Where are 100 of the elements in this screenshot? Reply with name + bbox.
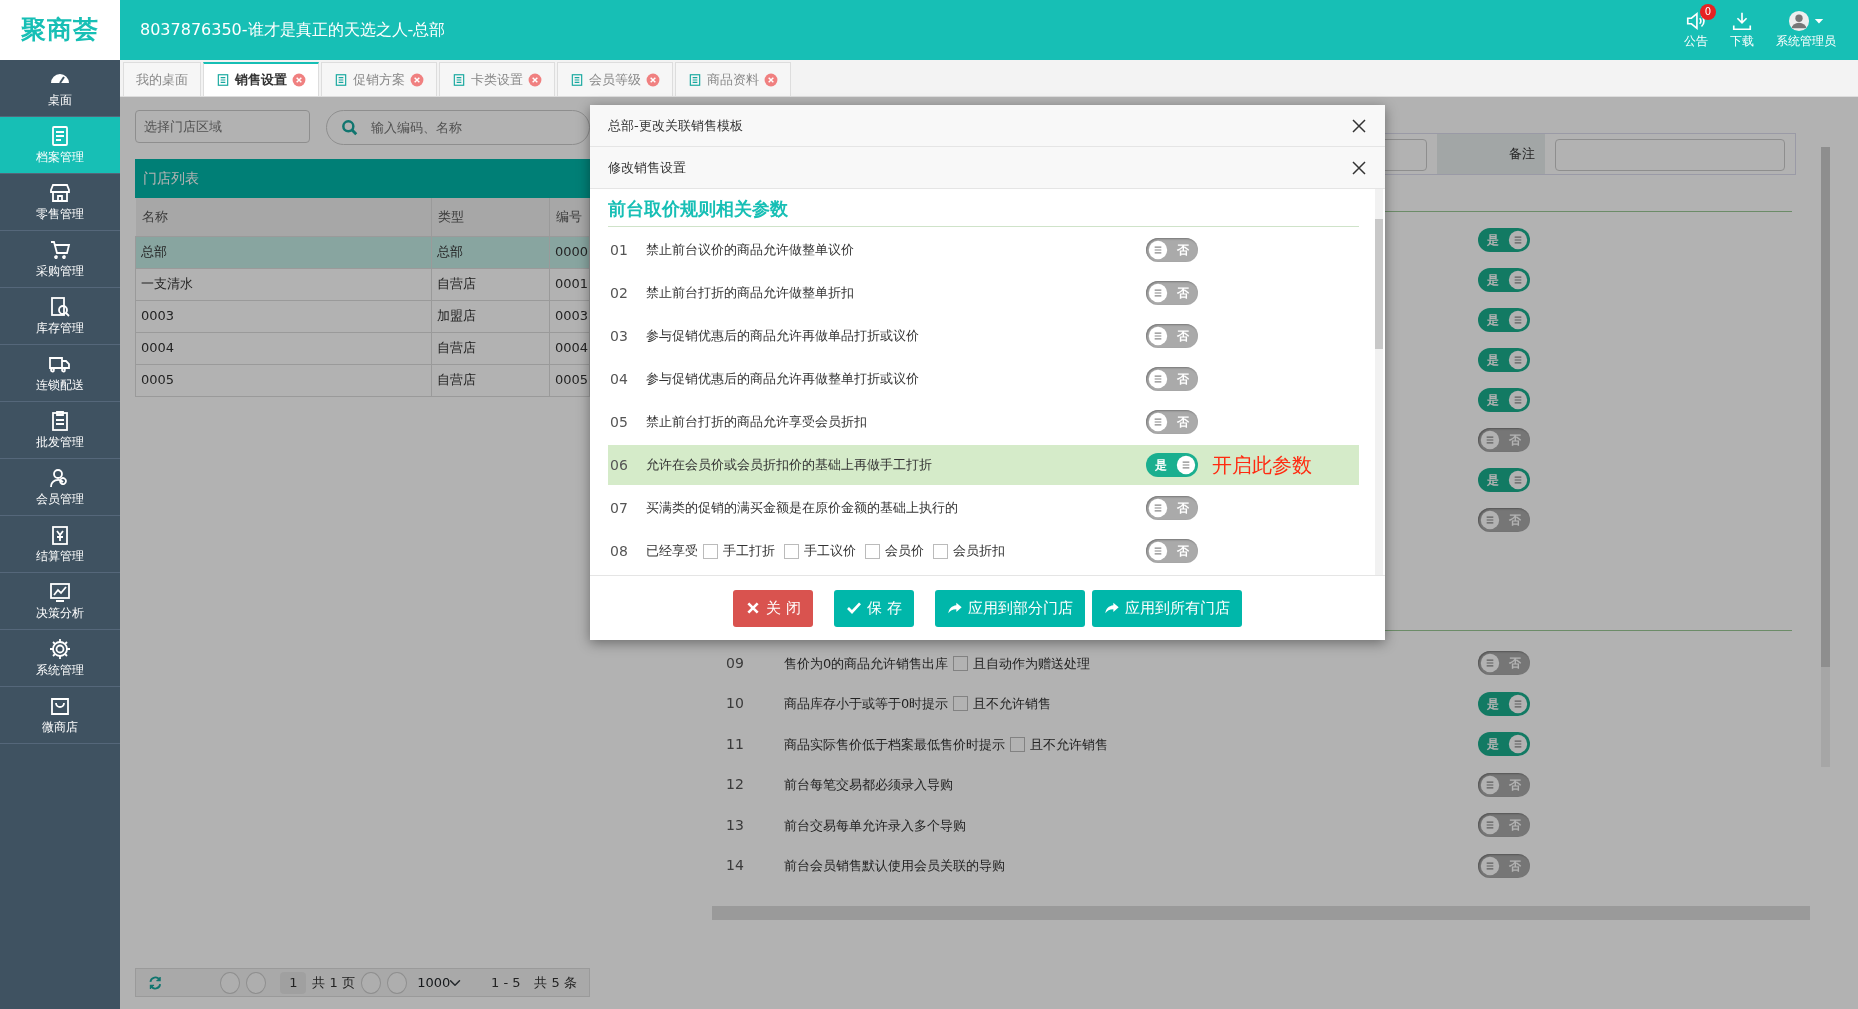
toggle-switch[interactable]: 是 <box>1478 268 1530 292</box>
toggle-switch[interactable]: 否 <box>1146 238 1198 262</box>
toggle-switch[interactable]: 是 <box>1478 348 1530 372</box>
switch-thumb[interactable] <box>1508 350 1528 370</box>
toggle-switch[interactable]: 否 <box>1146 496 1198 520</box>
table-cell[interactable]: 0001 <box>549 268 590 300</box>
column-header: 类型 <box>431 198 550 236</box>
setting-label: 参与促销优惠后的商品允许再做单品打折或议价 <box>646 327 919 346</box>
row-number: 12 <box>725 775 745 795</box>
toggle-switch[interactable]: 否 <box>1146 367 1198 391</box>
apply-button[interactable]: 应用到所有门店 <box>1091 589 1242 627</box>
tab[interactable]: 会员等级 <box>557 62 673 96</box>
toggle-switch[interactable]: 否 <box>1478 813 1530 838</box>
search-field[interactable]: 输入编码、名称 <box>326 110 590 145</box>
row-number: 10 <box>725 694 745 714</box>
row-number: 07 <box>609 498 629 518</box>
table-cell[interactable]: 0003 <box>135 300 432 332</box>
dialog-title: 总部-更改关联销售模板 <box>608 116 743 135</box>
toggle-switch[interactable]: 否 <box>1146 324 1198 348</box>
toggle-switch[interactable]: 否 <box>1146 539 1198 563</box>
checkbox[interactable] <box>1010 736 1025 752</box>
switch-thumb[interactable] <box>1148 541 1168 561</box>
toggle-switch[interactable]: 是 <box>1146 453 1198 477</box>
tab[interactable]: 卡类设置 <box>439 62 555 96</box>
table-cell[interactable]: 0004 <box>549 332 590 364</box>
switch-thumb[interactable] <box>1148 369 1168 389</box>
toggle-switch[interactable]: 是 <box>1478 691 1530 716</box>
toggle-switch[interactable]: 否 <box>1478 853 1530 878</box>
close-icon[interactable] <box>1351 159 1367 176</box>
switch-thumb[interactable] <box>1480 815 1500 836</box>
switch-thumb[interactable] <box>1480 774 1500 795</box>
checkbox[interactable] <box>933 543 948 559</box>
table-cell[interactable]: 加盟店 <box>431 300 550 332</box>
table-cell[interactable]: 0000 <box>549 236 590 268</box>
switch-thumb[interactable] <box>1148 498 1168 518</box>
table-cell[interactable]: 总部 <box>135 236 432 268</box>
note-field[interactable] <box>1555 139 1785 171</box>
tab[interactable]: 促销方案 <box>321 62 437 96</box>
switch-thumb[interactable] <box>1480 510 1500 530</box>
checkbox[interactable] <box>953 696 969 712</box>
checkbox[interactable] <box>953 655 969 671</box>
annotation-text: 开启此参数 <box>1212 452 1313 479</box>
table-cell[interactable]: 自营店 <box>431 364 550 396</box>
toggle-switch[interactable]: 否 <box>1146 410 1198 434</box>
save-button[interactable]: 保 存 <box>834 589 914 627</box>
cart-icon <box>48 238 72 262</box>
switch-thumb[interactable] <box>1508 390 1528 410</box>
switch-thumb[interactable] <box>1148 412 1168 432</box>
setting-label: 已经享受 <box>646 542 698 561</box>
checkbox[interactable] <box>784 543 799 559</box>
table-cell[interactable]: 0005 <box>549 364 590 396</box>
area-select-field[interactable]: 选择门店区域 <box>135 110 310 143</box>
download-button[interactable]: 下载 <box>1730 10 1754 50</box>
table-cell[interactable]: 总部 <box>431 236 550 268</box>
toggle-switch[interactable]: 是 <box>1478 228 1530 252</box>
toggle-switch[interactable]: 是 <box>1478 732 1530 757</box>
switch-thumb[interactable] <box>1508 470 1528 490</box>
toggle-switch[interactable]: 否 <box>1146 281 1198 305</box>
table-cell[interactable]: 自营店 <box>431 268 550 300</box>
setting-label: 允许在会员价或会员折扣价的基础上再做手工打折 <box>646 456 932 475</box>
user-menu[interactable]: 系统管理员 <box>1776 10 1836 50</box>
toggle-switch[interactable]: 是 <box>1478 308 1530 332</box>
sidebar-item[interactable]: 档案管理 <box>0 117 120 174</box>
checkbox[interactable] <box>865 543 880 559</box>
switch-thumb[interactable] <box>1480 855 1500 876</box>
setting-label: 前台会员销售默认使用会员关联的导购 <box>784 857 1005 875</box>
switch-thumb[interactable] <box>1148 240 1168 260</box>
switch-thumb[interactable] <box>1480 653 1500 674</box>
switch-thumb[interactable] <box>1508 310 1528 330</box>
switch-thumb[interactable] <box>1148 326 1168 346</box>
tab[interactable]: 我的桌面 <box>123 62 201 96</box>
close-button[interactable]: 关 闭 <box>733 589 813 627</box>
table-cell[interactable]: 0004 <box>135 332 432 364</box>
toggle-switch[interactable]: 否 <box>1478 428 1530 452</box>
toggle-switch[interactable]: 否 <box>1478 651 1530 676</box>
option-label: 手工议价 <box>804 542 856 561</box>
switch-thumb[interactable] <box>1508 270 1528 290</box>
switch-thumb[interactable] <box>1508 734 1528 755</box>
switch-thumb[interactable] <box>1508 693 1528 714</box>
table-cell[interactable]: 一支清水 <box>135 268 432 300</box>
gear-icon <box>48 637 72 661</box>
setting-label: 售价为0的商品允许销售出库 <box>784 654 949 673</box>
switch-thumb[interactable] <box>1508 230 1528 250</box>
toggle-switch[interactable]: 否 <box>1478 772 1530 797</box>
tab[interactable]: 商品资料 <box>675 62 791 96</box>
table-cell[interactable]: 自营店 <box>431 332 550 364</box>
switch-thumb[interactable] <box>1148 283 1168 303</box>
toggle-switch[interactable]: 是 <box>1478 388 1530 412</box>
checkbox[interactable] <box>703 543 718 559</box>
tab[interactable]: 销售设置 <box>203 62 319 96</box>
switch-thumb[interactable] <box>1480 430 1500 450</box>
table-cell[interactable]: 0003 <box>549 300 590 332</box>
toggle-switch[interactable]: 是 <box>1478 468 1530 492</box>
apply-button[interactable]: 应用到部分门店 <box>934 589 1085 627</box>
field-label: 备注 <box>1509 145 1535 164</box>
switch-thumb[interactable] <box>1176 455 1196 475</box>
table-cell[interactable]: 0005 <box>135 364 432 396</box>
row-number: 06 <box>609 455 629 475</box>
toggle-switch[interactable]: 否 <box>1478 508 1530 532</box>
close-icon[interactable] <box>1351 117 1367 134</box>
